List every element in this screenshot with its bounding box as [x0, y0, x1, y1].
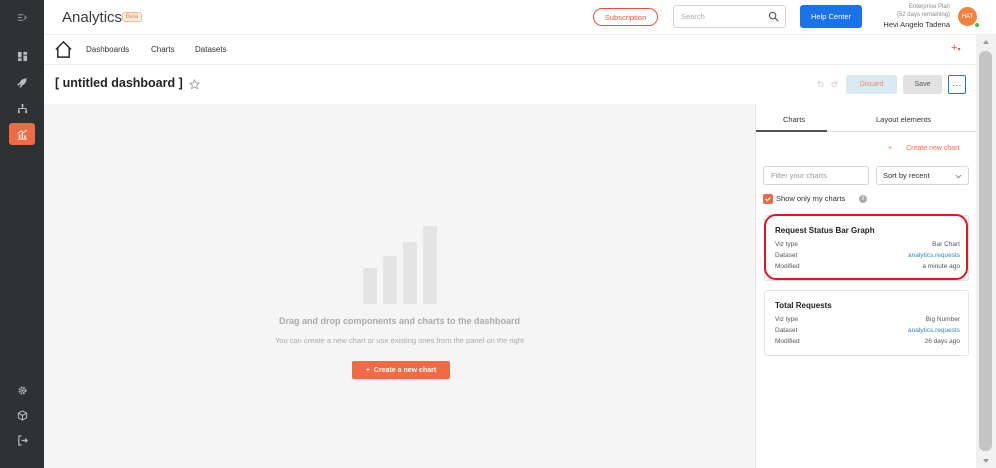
dashboard-title[interactable]: [ untitled dashboard ]: [55, 76, 183, 90]
card-row: Viz type Bar Chart: [775, 241, 960, 248]
checkmark-icon: [765, 196, 771, 202]
plan-name: Enterprise Plan: [908, 4, 950, 10]
nav-link-charts[interactable]: Charts: [151, 45, 175, 54]
scrollbar[interactable]: [976, 35, 996, 468]
card-row-label: Modified: [775, 338, 800, 345]
search-icon[interactable]: [768, 11, 779, 22]
dashboard-canvas[interactable]: Drag and drop components and charts to t…: [44, 104, 755, 468]
card-row-value: Big Number: [925, 316, 960, 323]
star-icon[interactable]: [189, 79, 200, 90]
scrollbar-thumb[interactable]: [979, 51, 992, 451]
dashboard-grid-icon[interactable]: [9, 45, 35, 67]
show-my-charts-checkbox[interactable]: [763, 194, 773, 204]
card-row: Modified 26 days ago: [775, 338, 960, 345]
discard-button[interactable]: Discard: [846, 75, 897, 94]
chart-card[interactable]: Request Status Bar Graph Viz type Bar Cha…: [764, 215, 969, 281]
chart-card-title: Request Status Bar Graph: [775, 226, 875, 235]
subscription-button[interactable]: Subscription: [593, 8, 658, 26]
plus-icon: +: [365, 366, 370, 374]
save-button[interactable]: Save: [903, 75, 942, 94]
top-bar: Analytics Beta Subscription Help Center …: [44, 0, 996, 35]
tab-layout-elements[interactable]: Layout elements: [876, 115, 931, 124]
empty-chart-icon: [363, 226, 437, 304]
dataset-link[interactable]: analytics.requests: [908, 327, 960, 334]
create-new-chart-label: Create a new chart: [373, 366, 437, 374]
search-input[interactable]: [674, 6, 759, 27]
create-new-chart-link-label: Create new chart: [906, 145, 960, 152]
nav-bar: Dashboards Charts Datasets +▾: [44, 35, 976, 65]
chevron-down-icon: [955, 174, 962, 179]
show-my-charts-label: Show only my charts: [776, 194, 846, 203]
charts-panel: Charts Layout elements + Create new chart…: [755, 104, 977, 468]
scroll-up-arrow-icon[interactable]: [983, 40, 989, 44]
card-row-value: 26 days ago: [924, 338, 960, 345]
plan-info: Enterprise Plan (52 days remaining): [868, 3, 950, 19]
card-row-label: Viz type: [775, 316, 799, 323]
rocket-icon[interactable]: [9, 71, 35, 93]
empty-state-title: Drag and drop components and charts to t…: [278, 316, 521, 326]
plan-remaining: (52 days remaining): [896, 12, 950, 18]
card-row: Dataset analytics.requests: [775, 327, 960, 334]
app-title: Analytics: [62, 9, 123, 26]
nav-link-dashboards[interactable]: Dashboards: [86, 45, 129, 54]
nav-add-button[interactable]: +▾: [951, 42, 960, 54]
settings-icon[interactable]: [9, 379, 35, 401]
chart-card-title: Total Requests: [775, 301, 832, 310]
card-row-label: Viz type: [775, 241, 799, 248]
card-row-label: Dataset: [775, 252, 798, 259]
more-options-button[interactable]: ···: [948, 75, 966, 94]
card-row-value: Bar Chart: [932, 241, 960, 248]
card-row-label: Modified: [775, 263, 800, 270]
redo-icon[interactable]: [831, 80, 840, 89]
search-box: [673, 5, 786, 28]
left-rail: [0, 0, 44, 468]
chevron-down-icon: ▾: [957, 47, 961, 53]
create-new-chart-link[interactable]: + Create new chart: [888, 145, 959, 152]
dataset-link[interactable]: analytics.requests: [908, 252, 960, 259]
user-name[interactable]: Hevi Angelo Tadena: [844, 20, 950, 29]
online-status-dot: [974, 22, 980, 28]
card-row: Dataset analytics.requests: [775, 252, 960, 259]
empty-state-subtitle: You can create a new chart or use existi…: [274, 336, 525, 345]
home-icon[interactable]: [54, 40, 73, 59]
card-row-label: Dataset: [775, 327, 798, 334]
hierarchy-icon[interactable]: [9, 97, 35, 119]
sort-select[interactable]: Sort by recent: [876, 166, 969, 185]
chart-card[interactable]: Total Requests Viz type Big Number Datase…: [764, 290, 969, 356]
filter-charts-input[interactable]: [763, 166, 869, 185]
card-row: Viz type Big Number: [775, 316, 960, 323]
info-icon[interactable]: i: [859, 195, 867, 203]
undo-icon[interactable]: [815, 80, 824, 89]
scroll-down-arrow-icon[interactable]: [983, 459, 989, 463]
card-row-value: a minute ago: [922, 263, 960, 270]
card-row: Modified a minute ago: [775, 263, 960, 270]
cube-icon[interactable]: [9, 404, 35, 426]
active-tab-indicator: [756, 130, 827, 132]
analytics-chart-icon[interactable]: [9, 123, 35, 145]
menu-collapse-icon[interactable]: [9, 6, 35, 28]
nav-link-datasets[interactable]: Datasets: [195, 45, 227, 54]
sort-select-value: Sort by recent: [883, 171, 930, 180]
tab-charts[interactable]: Charts: [783, 115, 805, 124]
beta-badge: Beta: [122, 12, 143, 22]
logout-icon[interactable]: [9, 429, 35, 451]
plus-icon: +: [888, 145, 893, 152]
create-new-chart-button[interactable]: + Create a new chart: [352, 361, 450, 379]
